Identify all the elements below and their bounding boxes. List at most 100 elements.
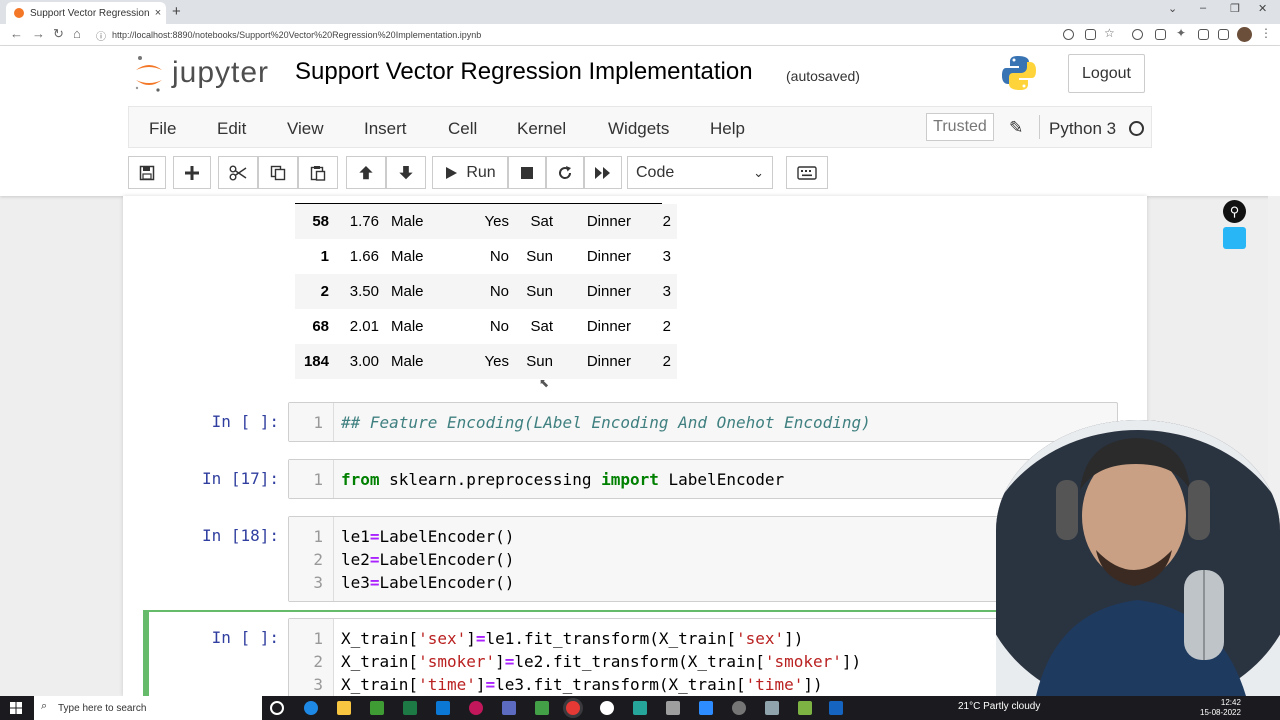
code-cell-input[interactable]: 1 from sklearn.preprocessing import Labe…: [288, 459, 1118, 499]
sidebar-icon[interactable]: [1218, 29, 1229, 40]
jupyter-logo-text[interactable]: jupyter: [172, 56, 269, 90]
line-number: 2: [313, 652, 323, 671]
app-icon[interactable]: [633, 701, 647, 715]
zoom-icon[interactable]: [699, 701, 713, 715]
code-line: le1=LabelEncoder(): [341, 527, 515, 546]
app-icon[interactable]: [600, 701, 614, 715]
mail-icon[interactable]: [436, 701, 450, 715]
chrome-icon[interactable]: [566, 701, 580, 715]
paste-icon: [310, 165, 326, 181]
dataframe-cell: 3: [662, 248, 671, 265]
back-icon[interactable]: ←: [10, 26, 23, 41]
menu-help[interactable]: Help: [710, 119, 745, 139]
excel-icon[interactable]: [403, 701, 417, 715]
restore-icon[interactable]: ❐: [1230, 2, 1240, 15]
store-icon[interactable]: [370, 701, 384, 715]
cell-prompt: In [17]:: [201, 469, 279, 488]
dataframe-cell: Male: [391, 248, 424, 265]
cut-button[interactable]: [218, 156, 258, 189]
app-icon[interactable]: [765, 701, 779, 715]
system-clock[interactable]: 12:42 15-08-2022: [1200, 698, 1241, 718]
menu-kernel[interactable]: Kernel: [517, 119, 566, 139]
menu-view[interactable]: View: [287, 119, 324, 139]
app-icon[interactable]: [535, 701, 549, 715]
file-explorer-icon[interactable]: [337, 701, 351, 715]
kebab-menu-icon[interactable]: ⋮: [1260, 26, 1272, 40]
url-text: http://localhost:8890/notebooks/Support%…: [112, 30, 482, 40]
info-icon: ⓘ: [96, 31, 106, 43]
logout-button[interactable]: Logout: [1068, 54, 1145, 93]
app-icon[interactable]: [469, 701, 483, 715]
bookmark-star-icon[interactable]: ☆: [1104, 26, 1115, 40]
copy-button[interactable]: [258, 156, 298, 189]
teams-icon[interactable]: [502, 701, 516, 715]
dataframe-cell: 3: [662, 283, 671, 300]
minimize-icon[interactable]: –: [1200, 2, 1206, 14]
clock-date: 15-08-2022: [1200, 708, 1241, 717]
edit-pencil-icon[interactable]: ✎: [1009, 118, 1023, 138]
url-field[interactable]: ⓘ http://localhost:8890/notebooks/Suppor…: [96, 26, 1056, 44]
screen-capture-icon[interactable]: [1223, 227, 1246, 249]
restart-button[interactable]: [546, 156, 584, 189]
insert-cell-button[interactable]: [173, 156, 211, 189]
window-close-icon[interactable]: ✕: [1258, 2, 1267, 15]
menu-widgets[interactable]: Widgets: [608, 119, 669, 139]
code-cell-input[interactable]: 1 2 3 le1=LabelEncoder() le2=LabelEncode…: [288, 516, 1118, 602]
menu-bar: File Edit View Insert Cell Kernel Widget…: [128, 106, 1152, 148]
cell-type-select[interactable]: Code ⌄: [627, 156, 773, 189]
run-button[interactable]: Run: [432, 156, 508, 189]
app-icon[interactable]: [798, 701, 812, 715]
edge-icon[interactable]: [304, 701, 318, 715]
move-down-button[interactable]: [386, 156, 426, 189]
search-icon[interactable]: [1063, 29, 1074, 40]
app-icon[interactable]: [732, 701, 746, 715]
interrupt-button[interactable]: [508, 156, 546, 189]
kernel-status-icon: [1129, 121, 1144, 136]
paste-button[interactable]: [298, 156, 338, 189]
search-icon: ⌕: [41, 700, 48, 712]
home-icon[interactable]: ⌂: [73, 26, 81, 41]
jupyter-logo-icon[interactable]: [134, 54, 164, 94]
share-icon[interactable]: [1085, 29, 1096, 40]
profile-avatar[interactable]: [1237, 27, 1252, 42]
chevron-down-icon[interactable]: ⌄: [1168, 2, 1177, 15]
notebook-title[interactable]: Support Vector Regression Implementation: [295, 58, 753, 86]
code-line: X_train['smoker']=le2.fit_transform(X_tr…: [341, 652, 862, 671]
code-cell-input[interactable]: 1 ## Feature Encoding(LAbel Encoding And…: [288, 402, 1118, 442]
kernel-name[interactable]: Python 3: [1049, 119, 1116, 139]
extension-icon[interactable]: [1132, 29, 1143, 40]
puzzle-icon[interactable]: ✦: [1176, 26, 1186, 40]
save-button[interactable]: [128, 156, 166, 189]
code-cell-input-active[interactable]: 1 2 3 X_train['sex']=le1.fit_transform(X…: [288, 618, 1118, 696]
tab-close-icon[interactable]: ×: [150, 7, 166, 19]
task-view-icon[interactable]: [270, 701, 284, 715]
menu-insert[interactable]: Insert: [364, 119, 407, 139]
play-icon: [446, 166, 458, 179]
weather-status[interactable]: 21°C Partly cloudy: [958, 701, 1040, 712]
word-icon[interactable]: [829, 701, 843, 715]
code-line: X_train['time']=le3.fit_transform(X_trai…: [341, 675, 823, 694]
app-icon[interactable]: [666, 701, 680, 715]
reading-list-icon[interactable]: [1198, 29, 1209, 40]
menu-file[interactable]: File: [149, 119, 176, 139]
lightbulb-icon[interactable]: ⚲: [1223, 200, 1246, 223]
windows-start-icon[interactable]: [10, 702, 22, 714]
taskbar-search-input[interactable]: ⌕ Type here to search: [34, 696, 262, 720]
reload-icon[interactable]: ↻: [53, 26, 64, 42]
dataframe-cell: Yes: [484, 353, 509, 370]
trusted-indicator[interactable]: Trusted: [926, 113, 994, 141]
restart-run-all-button[interactable]: [584, 156, 622, 189]
browser-tab[interactable]: Support Vector Regression Imple ×: [6, 2, 166, 24]
forward-icon[interactable]: →: [32, 26, 45, 41]
move-up-button[interactable]: [346, 156, 386, 189]
dataframe-cell: Sat: [530, 213, 553, 230]
cell-prompt: In [18]:: [201, 526, 279, 545]
arrow-down-icon: [399, 165, 413, 179]
new-tab-button[interactable]: +: [172, 3, 181, 20]
dataframe-cell: Male: [391, 353, 424, 370]
command-palette-button[interactable]: [786, 156, 828, 189]
menu-cell[interactable]: Cell: [448, 119, 477, 139]
arrow-up-icon: [359, 165, 373, 179]
menu-edit[interactable]: Edit: [217, 119, 246, 139]
extension-icon[interactable]: [1155, 29, 1166, 40]
